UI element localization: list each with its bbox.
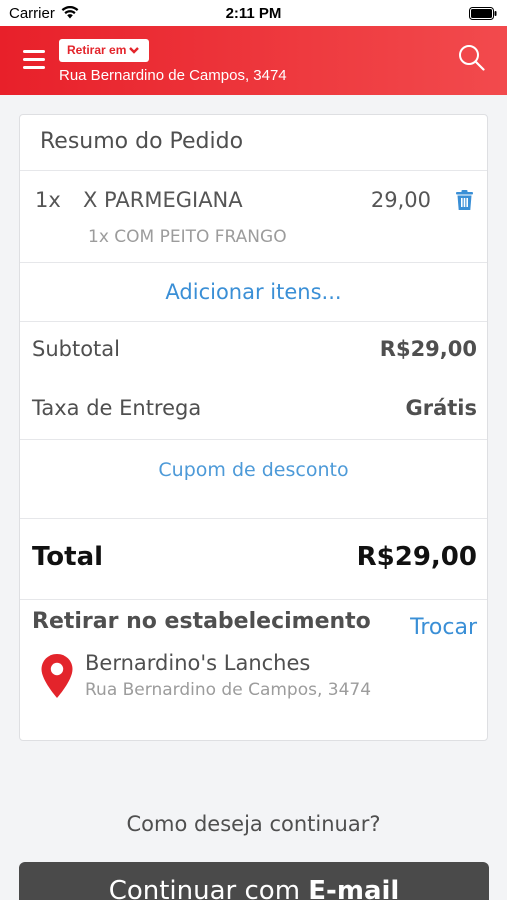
continue-prefix: Continuar com	[108, 876, 309, 900]
continue-question: Como deseja continuar?	[126, 812, 381, 836]
store-address: Rua Bernardino de Campos, 3474	[85, 680, 372, 700]
pickup-title: Retirar no estabelecimento	[32, 609, 371, 634]
status-bar: Carrier 2:11 PM	[0, 0, 507, 26]
header-address[interactable]: Rua Bernardino de Campos, 3474	[59, 67, 287, 84]
status-time: 2:11 PM	[225, 5, 282, 22]
order-summary-card: Resumo do Pedido 1x X PARMEGIANA 29,00 1…	[19, 114, 488, 741]
map-pin-icon	[41, 654, 73, 698]
add-items-link[interactable]: Adicionar itens...	[20, 280, 487, 304]
delivery-fee-value: Grátis	[405, 396, 477, 420]
pickup-mode-label: Retirar em	[67, 43, 127, 57]
subtotal-label: Subtotal	[32, 337, 120, 361]
change-location-link[interactable]: Trocar	[410, 615, 477, 640]
item-name: X PARMEGIANA	[83, 188, 243, 212]
order-summary-title: Resumo do Pedido	[40, 129, 244, 154]
delivery-fee-label: Taxa de Entrega	[32, 396, 202, 420]
menu-icon[interactable]	[23, 50, 45, 70]
search-icon[interactable]	[458, 44, 485, 71]
coupon-link[interactable]: Cupom de desconto	[20, 459, 487, 481]
subtotal-value: R$29,00	[379, 337, 477, 361]
card-title-row: Resumo do Pedido	[20, 115, 487, 171]
item-price: 29,00	[370, 188, 431, 212]
continue-method: E-mail	[308, 876, 400, 900]
trash-icon[interactable]	[456, 190, 473, 210]
total-value: R$29,00	[356, 542, 477, 572]
order-item-row[interactable]	[20, 171, 487, 263]
chevron-down-icon	[129, 47, 140, 54]
item-quantity: 1x	[35, 188, 61, 212]
store-name: Bernardino's Lanches	[85, 651, 311, 675]
item-detail: 1x COM PEITO FRANGO	[88, 227, 287, 247]
battery-icon	[469, 7, 497, 20]
pickup-mode-select[interactable]: Retirar em	[59, 39, 150, 62]
total-label: Total	[32, 542, 104, 572]
app-header: Retirar em Rua Bernardino de Campos, 347…	[0, 26, 507, 95]
continue-email-button[interactable]: Continuar com E-mail	[19, 862, 489, 900]
